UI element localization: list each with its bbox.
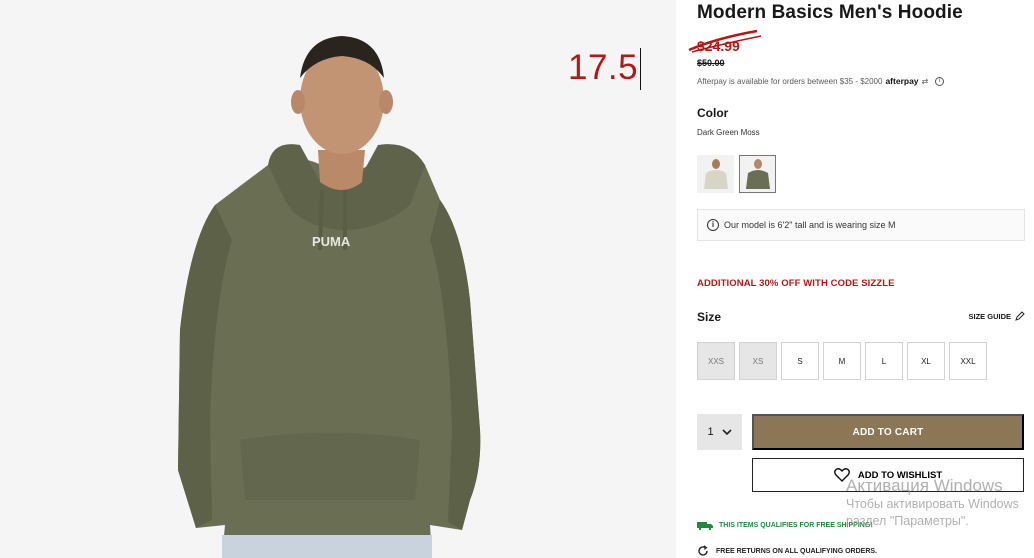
size-label: Size bbox=[697, 310, 722, 324]
chevron-down-icon bbox=[721, 428, 732, 435]
size-option-s[interactable]: S bbox=[781, 342, 819, 380]
free-returns-notice: FREE RETURNS ON ALL QUALIFYING ORDERS. bbox=[697, 545, 877, 557]
price-annotation: 17.5 bbox=[568, 48, 639, 87]
free-shipping-text: THIS ITEMS QUALIFIES FOR FREE SHIPPING! bbox=[719, 522, 873, 529]
size-option-xxs[interactable]: XXS bbox=[697, 342, 735, 380]
info-icon: i bbox=[707, 219, 719, 231]
add-to-cart-button[interactable]: ADD TO CART bbox=[752, 414, 1024, 450]
afterpay-text: Afterpay is available for orders between… bbox=[697, 76, 883, 86]
refresh-icon bbox=[698, 545, 708, 556]
afterpay-arrows-icon: ⇄ bbox=[921, 76, 929, 86]
promo-message: ADDITIONAL 30% OFF WITH CODE SIZZLE bbox=[697, 278, 895, 289]
text-cursor bbox=[640, 48, 641, 90]
pencil-icon bbox=[1015, 311, 1025, 321]
color-swatch-green[interactable] bbox=[739, 155, 776, 193]
size-options: XXS XS S M L XL XXL bbox=[697, 342, 987, 380]
size-option-l[interactable]: L bbox=[865, 342, 903, 380]
heart-icon bbox=[833, 468, 850, 482]
product-details: Modern Basics Men's Hoodie $24.99 $50.00… bbox=[688, 0, 1027, 558]
truck-icon bbox=[697, 522, 713, 530]
size-guide-link[interactable]: SIZE GUIDE bbox=[968, 311, 1025, 321]
model-info-text: Our model is 6'2" tall and is wearing si… bbox=[724, 220, 896, 230]
size-guide-label: SIZE GUIDE bbox=[968, 311, 1011, 321]
size-option-m[interactable]: M bbox=[823, 342, 861, 380]
afterpay-logo: afterpay bbox=[885, 76, 919, 86]
quantity-value: 1 bbox=[707, 426, 714, 438]
swatch-light-image bbox=[704, 159, 728, 189]
color-swatch-light[interactable] bbox=[697, 155, 734, 193]
product-image-panel[interactable]: PUMA 17.5 bbox=[0, 0, 676, 558]
original-price: $50.00 bbox=[697, 58, 725, 68]
quantity-select[interactable]: 1 bbox=[697, 414, 742, 450]
size-option-xl[interactable]: XL bbox=[907, 342, 945, 380]
add-to-wishlist-button[interactable]: ADD TO WISHLIST bbox=[752, 458, 1024, 492]
svg-text:PUMA: PUMA bbox=[312, 234, 351, 249]
sale-price: $24.99 bbox=[697, 38, 740, 54]
free-shipping-notice: THIS ITEMS QUALIFIES FOR FREE SHIPPING! bbox=[697, 521, 873, 530]
afterpay-info: Afterpay is available for orders between… bbox=[697, 76, 945, 86]
model-info-box: i Our model is 6'2" tall and is wearing … bbox=[697, 209, 1025, 241]
product-title: Modern Basics Men's Hoodie bbox=[697, 2, 963, 23]
size-option-xs[interactable]: XS bbox=[739, 342, 777, 380]
selected-color: Dark Green Moss bbox=[697, 128, 760, 137]
color-label: Color bbox=[697, 106, 729, 120]
free-returns-text: FREE RETURNS ON ALL QUALIFYING ORDERS. bbox=[716, 547, 878, 555]
afterpay-info-icon[interactable]: i bbox=[935, 76, 945, 86]
wishlist-label: ADD TO WISHLIST bbox=[857, 469, 943, 481]
swatch-green-image bbox=[746, 159, 770, 189]
size-option-xxl[interactable]: XXL bbox=[949, 342, 987, 380]
